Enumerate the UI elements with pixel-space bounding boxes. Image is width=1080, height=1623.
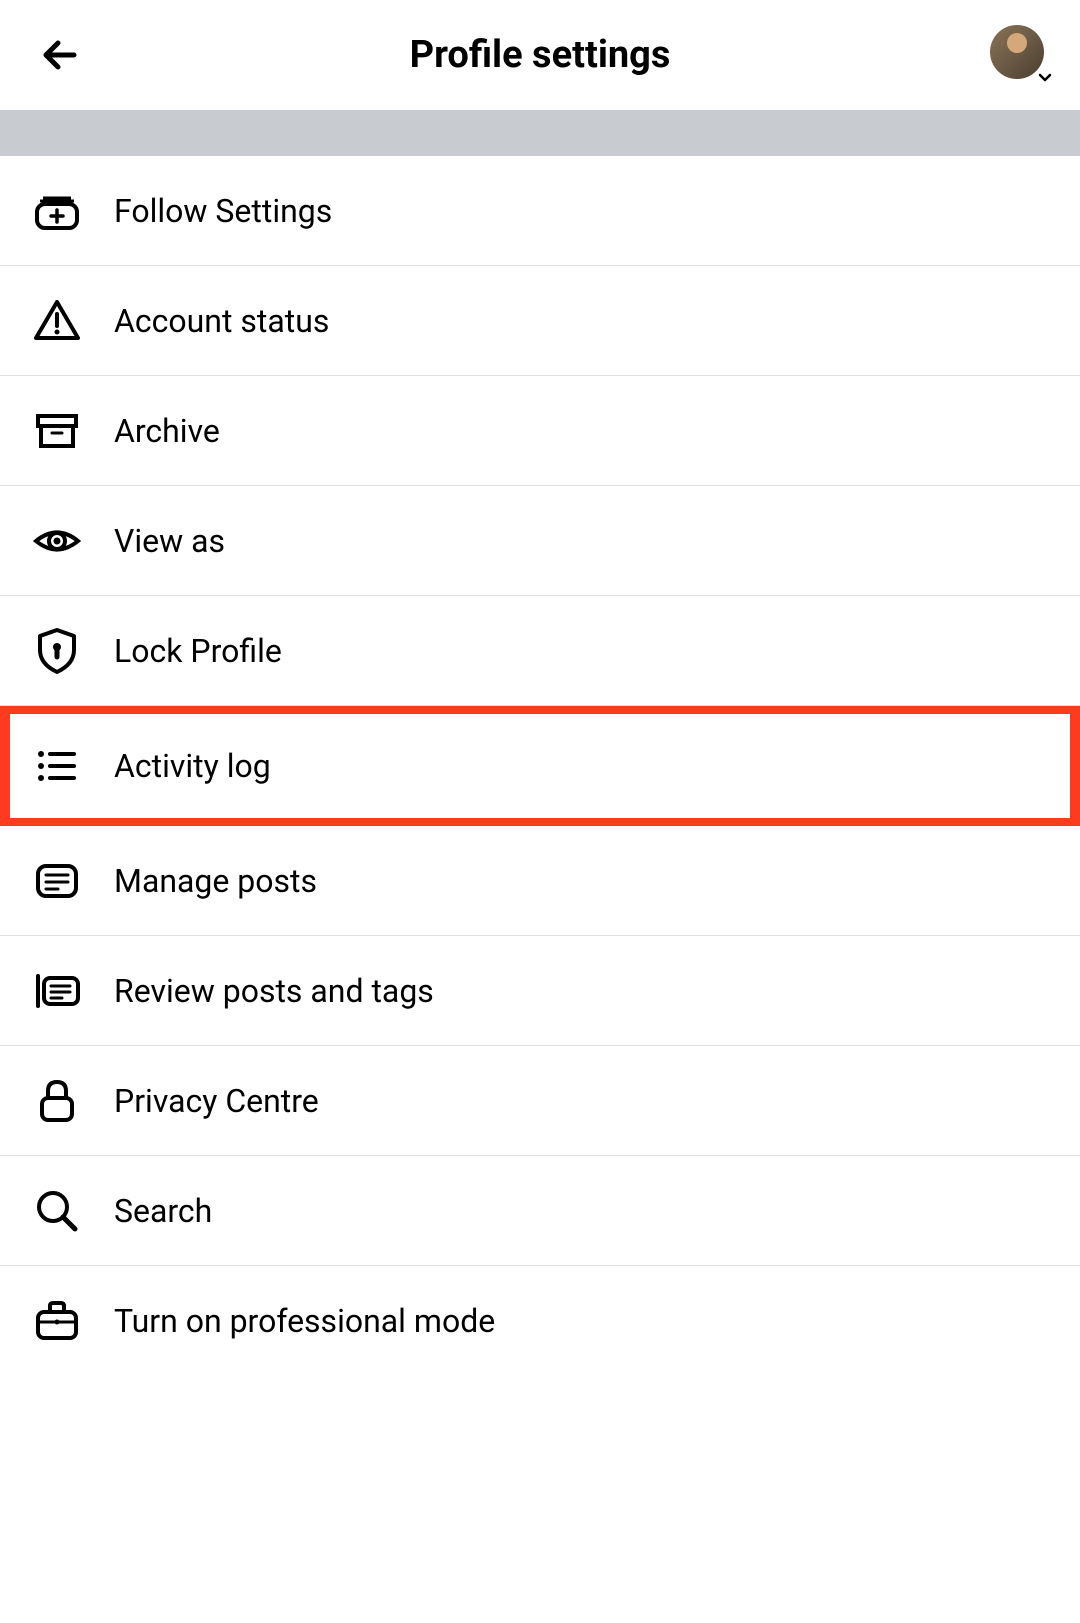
menu-item-search[interactable]: Search [0,1156,1080,1266]
menu-label: Privacy Centre [114,1082,319,1120]
menu-label: Lock Profile [114,632,282,670]
menu-label: Search [114,1192,212,1230]
shield-lock-icon [30,624,84,678]
menu-item-archive[interactable]: Archive [0,376,1080,486]
menu-item-account-status[interactable]: Account status [0,266,1080,376]
menu-item-view-as[interactable]: View as [0,486,1080,596]
menu-label: Manage posts [114,862,317,900]
follow-settings-icon [30,184,84,238]
manage-posts-icon [30,854,84,908]
menu-label: Follow Settings [114,192,332,230]
menu-item-manage-posts[interactable]: Manage posts [0,826,1080,936]
menu-label: Turn on professional mode [114,1302,495,1340]
menu-label: View as [114,522,225,560]
menu-item-review-posts[interactable]: Review posts and tags [0,936,1080,1046]
menu-item-lock-profile[interactable]: Lock Profile [0,596,1080,706]
menu-list: Follow Settings Account status Archive [0,156,1080,1376]
search-icon [30,1184,84,1238]
lock-icon [30,1074,84,1128]
page-title: Profile settings [90,33,990,77]
chevron-down-icon [1036,69,1054,87]
menu-item-privacy-centre[interactable]: Privacy Centre [0,1046,1080,1156]
menu-item-follow-settings[interactable]: Follow Settings [0,156,1080,266]
back-button[interactable] [30,25,90,85]
review-posts-icon [30,964,84,1018]
menu-item-activity-log[interactable]: Activity log [0,706,1080,826]
eye-icon [30,514,84,568]
menu-item-professional-mode[interactable]: Turn on professional mode [0,1266,1080,1376]
back-arrow-icon [36,31,84,79]
profile-avatar-button[interactable] [990,25,1050,85]
header: Profile settings [0,0,1080,110]
warning-icon [30,294,84,348]
archive-icon [30,404,84,458]
menu-label: Archive [114,412,220,450]
menu-label: Activity log [114,747,271,785]
menu-label: Review posts and tags [114,972,434,1010]
menu-label: Account status [114,302,329,340]
activity-log-icon [30,739,84,793]
separator-bar [0,110,1080,156]
briefcase-icon [30,1294,84,1348]
